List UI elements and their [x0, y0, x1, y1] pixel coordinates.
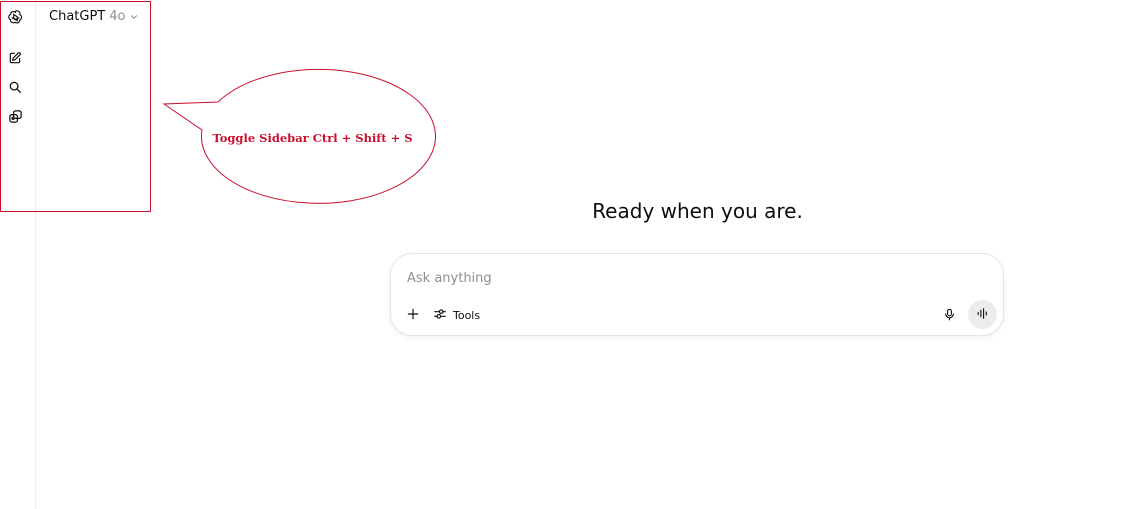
tools-label: Tools	[453, 308, 481, 322]
annotation-callout-text: Toggle Sidebar Ctrl + Shift + S	[212, 131, 413, 145]
add-attachment-button[interactable]	[403, 305, 423, 325]
prompt-composer: Tools	[390, 253, 1004, 336]
new-chat-button[interactable]	[4, 47, 26, 69]
voice-mode-button[interactable]	[968, 300, 997, 329]
sliders-icon	[433, 307, 447, 324]
search-icon	[8, 80, 22, 94]
dictate-button[interactable]	[940, 306, 958, 326]
search-chats-button[interactable]	[4, 76, 26, 98]
chevron-down-icon	[129, 12, 139, 22]
openai-logo-icon	[7, 9, 24, 26]
model-version: 4o	[109, 9, 126, 24]
chatgpt-page: ChatGPT 4o Toggle Sidebar Ctrl + Shift +…	[0, 0, 1147, 509]
model-selector[interactable]: ChatGPT 4o	[49, 9, 139, 24]
library-icon	[8, 109, 23, 124]
collapsed-sidebar	[0, 0, 36, 509]
library-button[interactable]	[4, 105, 26, 127]
voice-waveform-icon	[976, 305, 989, 324]
model-name: ChatGPT	[49, 9, 106, 24]
openai-logo-button[interactable]	[4, 6, 26, 28]
prompt-input[interactable]	[407, 268, 967, 288]
microphone-icon	[943, 307, 956, 326]
page-title: Ready when you are.	[592, 199, 803, 223]
new-chat-icon	[8, 51, 22, 65]
plus-icon	[406, 306, 420, 325]
tools-button[interactable]: Tools	[433, 305, 480, 325]
